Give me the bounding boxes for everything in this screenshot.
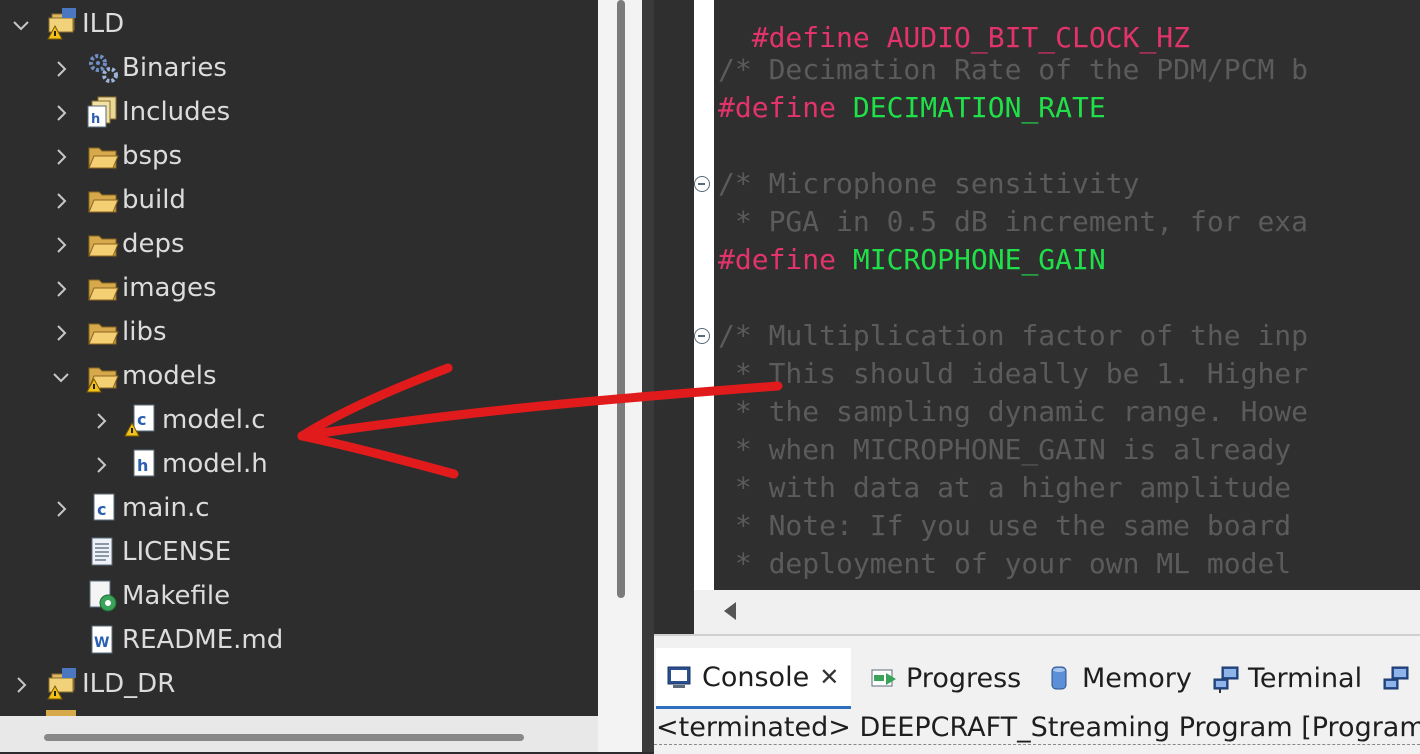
red-arrow-annotation	[297, 363, 783, 479]
